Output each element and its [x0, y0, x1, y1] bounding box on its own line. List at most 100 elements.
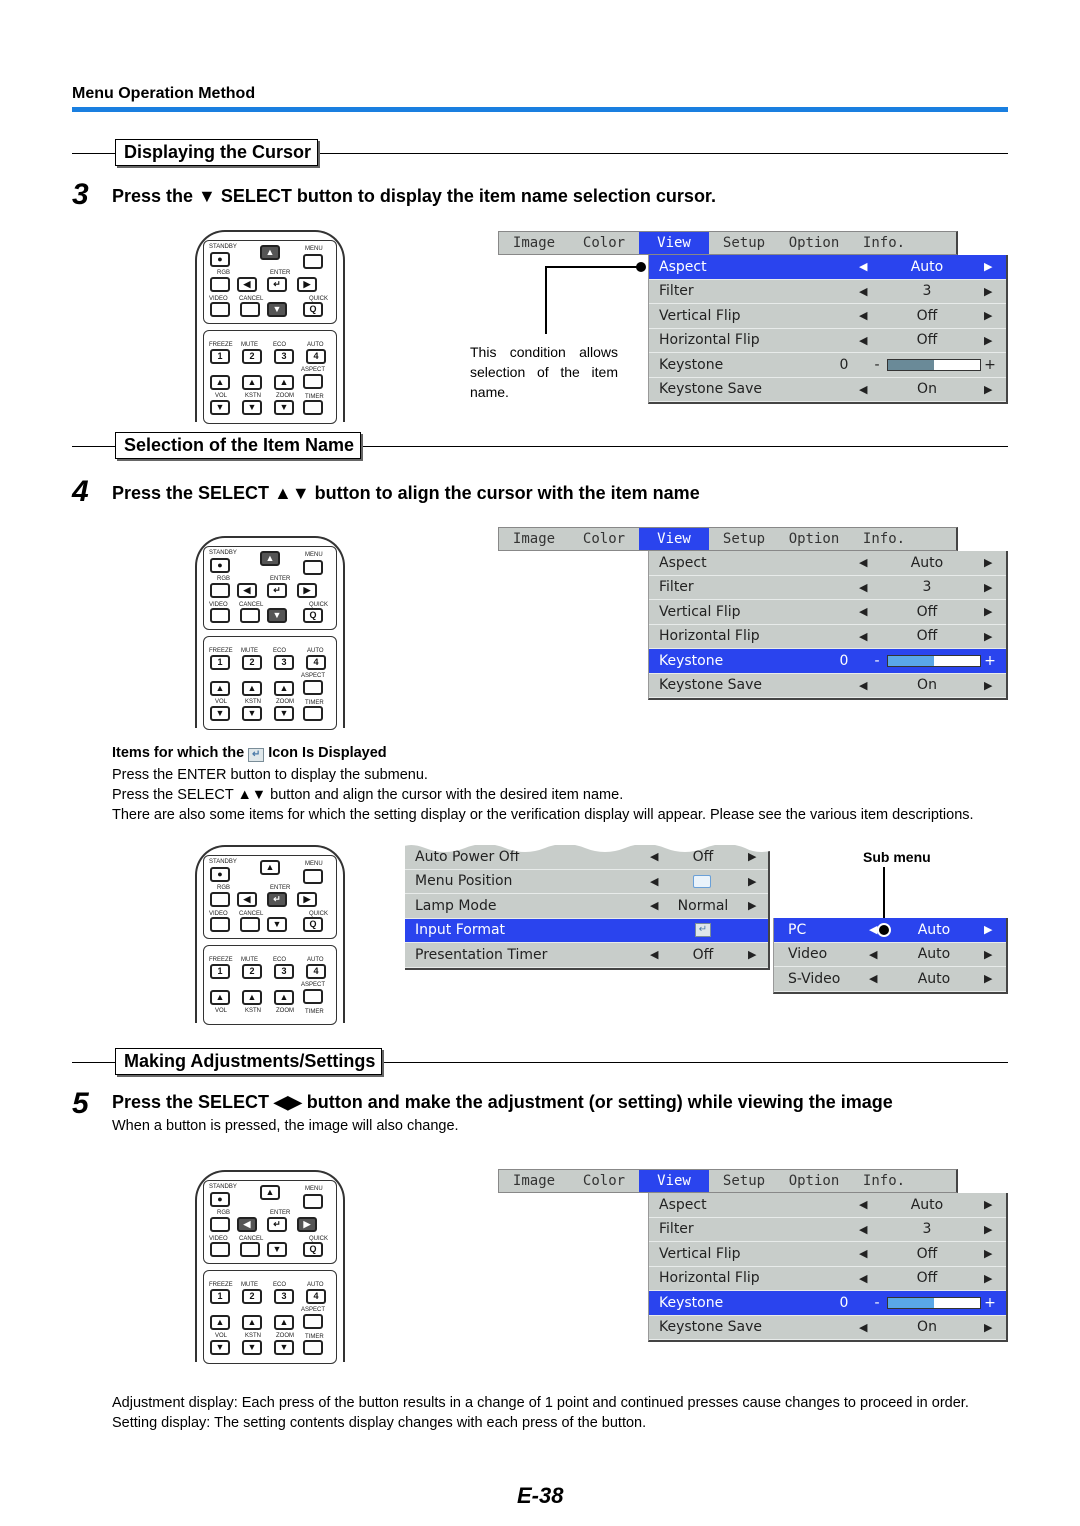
digit-1-button: 1 — [210, 1289, 230, 1304]
menu-item-horizontal-flip[interactable]: Horizontal Flip ◀ Off ▶ — [649, 625, 1006, 649]
menu-tab-image[interactable]: Image — [499, 528, 569, 550]
menu-item-keystone[interactable]: Keystone 0 - + — [649, 1291, 1006, 1316]
arrow-right-icon[interactable]: ▶ — [748, 899, 756, 912]
arrow-right-icon[interactable]: ▶ — [984, 260, 992, 273]
arrow-right-icon[interactable]: ▶ — [984, 334, 992, 347]
arrow-left-icon[interactable]: ◀ — [859, 581, 867, 594]
menu-tab-image[interactable]: Image — [499, 1170, 569, 1192]
menu-tab-info[interactable]: Info. — [849, 528, 919, 550]
up-button: ▲ — [260, 245, 280, 260]
menu-item-filter[interactable]: Filter ◀ 3 ▶ — [649, 1218, 1006, 1242]
arrow-left-icon[interactable]: ◀ — [859, 1198, 867, 1211]
menu-tab-view[interactable]: View — [639, 528, 709, 550]
arrow-left-icon[interactable]: ◀ — [859, 630, 867, 643]
menu-item-filter[interactable]: Filter ◀ 3 ▶ — [649, 280, 1006, 304]
keystone-slider[interactable] — [887, 655, 981, 667]
arrow-right-icon[interactable]: ▶ — [984, 1272, 992, 1285]
menu-tab-info[interactable]: Info. — [849, 232, 919, 254]
menu-tab-info[interactable]: Info. — [849, 1170, 919, 1192]
menu-tab-setup[interactable]: Setup — [709, 232, 779, 254]
menu-tab-option[interactable]: Option — [779, 528, 849, 550]
menu-tab-view[interactable]: View — [639, 1170, 709, 1192]
submenu-item-video[interactable]: Video ◀ Auto ▶ — [774, 943, 1006, 967]
arrow-left-icon[interactable]: ◀ — [859, 1247, 867, 1260]
arrow-right-icon[interactable]: ▶ — [984, 948, 992, 961]
arrow-left-icon[interactable]: ◀ — [869, 972, 877, 985]
arrow-right-icon[interactable]: ▶ — [984, 1223, 992, 1236]
arrow-left-icon[interactable]: ◀ — [650, 899, 658, 912]
menu-item-keystone-save[interactable]: Keystone Save ◀ On ▶ — [649, 674, 1006, 698]
arrow-left-icon[interactable]: ◀ — [869, 948, 877, 961]
menu-item-input-format[interactable]: Input Format ↵ — [405, 918, 768, 943]
arrow-left-icon[interactable]: ◀ — [859, 334, 867, 347]
submenu-item-s-video[interactable]: S-Video ◀ Auto ▶ — [774, 967, 1006, 992]
arrow-right-icon[interactable]: ▶ — [984, 556, 992, 569]
video-button — [210, 1242, 230, 1257]
arrow-left-icon[interactable]: ◀ — [859, 285, 867, 298]
arrow-right-icon[interactable]: ▶ — [984, 972, 992, 985]
menu-tab-view[interactable]: View — [639, 232, 709, 254]
digit-4-button: 4 — [306, 349, 326, 364]
menu-tab-setup[interactable]: Setup — [709, 528, 779, 550]
digit-1-button: 1 — [210, 964, 230, 979]
label-zoom: ZOOM — [276, 1008, 294, 1014]
menu-item-lamp-mode[interactable]: Lamp Mode ◀ Normal ▶ — [405, 894, 768, 919]
arrow-right-icon[interactable]: ▶ — [984, 605, 992, 618]
zoom-down-button: ▼ — [274, 706, 294, 721]
arrow-left-icon[interactable]: ◀ — [859, 383, 867, 396]
arrow-right-icon[interactable]: ▶ — [748, 875, 756, 888]
menu-item-vertical-flip[interactable]: Vertical Flip ◀ Off ▶ — [649, 600, 1006, 625]
arrow-left-icon[interactable]: ◀ — [650, 948, 658, 961]
label-mute: MUTE — [241, 342, 258, 348]
menu-tab-color[interactable]: Color — [569, 232, 639, 254]
menu-item-aspect[interactable]: Aspect ◀ Auto ▶ — [649, 255, 1006, 280]
keystone-slider[interactable] — [887, 359, 981, 371]
menu-tab-setup[interactable]: Setup — [709, 1170, 779, 1192]
arrow-right-icon[interactable]: ▶ — [984, 923, 992, 936]
menu-item-filter[interactable]: Filter ◀ 3 ▶ — [649, 576, 1006, 600]
arrow-left-icon[interactable]: ◀ — [859, 260, 867, 273]
menu-item-horizontal-flip[interactable]: Horizontal Flip ◀ Off ▶ — [649, 1267, 1006, 1291]
menu-tab-color[interactable]: Color — [569, 528, 639, 550]
menu-tab-bar: Image Color View Setup Option Info. — [498, 1169, 958, 1193]
menu-tab-option[interactable]: Option — [779, 1170, 849, 1192]
menu-tab-color[interactable]: Color — [569, 1170, 639, 1192]
menu-item-presentation-timer[interactable]: Presentation Timer ◀ Off ▶ — [405, 943, 768, 968]
menu-item-keystone-save[interactable]: Keystone Save ◀ On ▶ — [649, 1316, 1006, 1340]
arrow-right-icon[interactable]: ▶ — [984, 630, 992, 643]
menu-item-keystone-save[interactable]: Keystone Save ◀ On ▶ — [649, 378, 1006, 402]
arrow-right-icon[interactable]: ▶ — [984, 383, 992, 396]
menu-item-horizontal-flip[interactable]: Horizontal Flip ◀ Off ▶ — [649, 329, 1006, 353]
digit-2-button: 2 — [242, 1289, 262, 1304]
arrow-left-icon[interactable]: ◀ — [859, 556, 867, 569]
menu-item-aspect[interactable]: Aspect ◀ Auto ▶ — [649, 1193, 1006, 1218]
menu-item-value: Auto — [910, 1196, 944, 1213]
arrow-left-icon[interactable]: ◀ — [859, 1321, 867, 1334]
menu-tab-image[interactable]: Image — [499, 232, 569, 254]
digit-2-button: 2 — [242, 655, 262, 670]
menu-item-menu-position[interactable]: Menu Position ◀ ▶ — [405, 870, 768, 894]
arrow-right-icon[interactable]: ▶ — [984, 309, 992, 322]
keystone-slider[interactable] — [887, 1297, 981, 1309]
menu-item-aspect[interactable]: Aspect ◀ Auto ▶ — [649, 551, 1006, 576]
menu-item-keystone[interactable]: Keystone 0 - + — [649, 649, 1006, 674]
arrow-right-icon[interactable]: ▶ — [748, 948, 756, 961]
arrow-left-icon[interactable]: ◀ — [859, 309, 867, 322]
menu-item-vertical-flip[interactable]: Vertical Flip ◀ Off ▶ — [649, 1242, 1006, 1267]
arrow-right-icon[interactable]: ▶ — [984, 1247, 992, 1260]
arrow-left-icon[interactable]: ◀ — [859, 1272, 867, 1285]
menu-item-vertical-flip[interactable]: Vertical Flip ◀ Off ▶ — [649, 304, 1006, 329]
arrow-right-icon[interactable]: ▶ — [984, 679, 992, 692]
arrow-right-icon[interactable]: ▶ — [984, 285, 992, 298]
arrow-right-icon[interactable]: ▶ — [984, 1321, 992, 1334]
arrow-left-icon[interactable]: ◀ — [859, 605, 867, 618]
menu-tab-option[interactable]: Option — [779, 232, 849, 254]
callout-dot — [877, 923, 891, 937]
arrow-left-icon[interactable]: ◀ — [859, 679, 867, 692]
arrow-right-icon[interactable]: ▶ — [984, 1198, 992, 1211]
menu-item-keystone[interactable]: Keystone 0 - + — [649, 353, 1006, 378]
aspect-button — [303, 1314, 323, 1329]
arrow-left-icon[interactable]: ◀ — [650, 875, 658, 888]
arrow-right-icon[interactable]: ▶ — [984, 581, 992, 594]
arrow-left-icon[interactable]: ◀ — [859, 1223, 867, 1236]
